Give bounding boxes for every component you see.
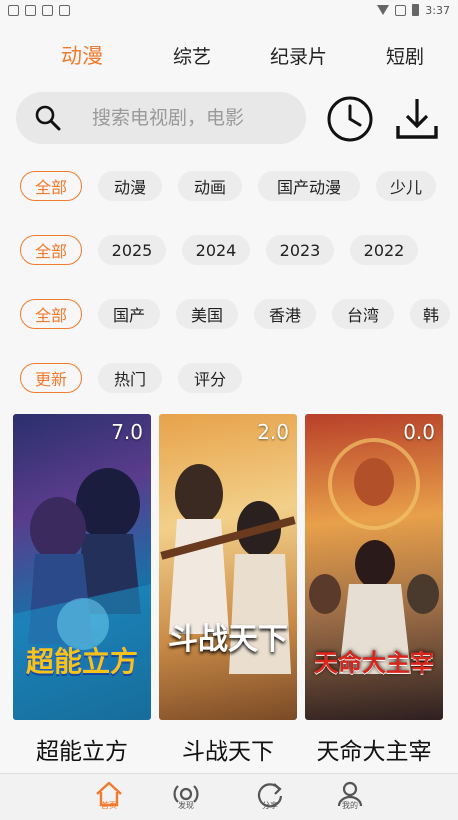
poster-image[interactable]: 0.0 天命大主宰: [305, 414, 443, 720]
tab-documentary[interactable]: 纪录片: [270, 42, 327, 69]
genre-chip-anime[interactable]: 动漫: [98, 171, 162, 201]
year-chip-2024[interactable]: 2024: [182, 235, 250, 265]
poster-title-art: 斗战天下: [168, 622, 288, 657]
content-card[interactable]: 7.0 超能立方 超能立方 更新至第38集: [13, 414, 151, 782]
tab-short-drama[interactable]: 短剧: [386, 42, 424, 69]
year-chip-all[interactable]: 全部: [20, 235, 82, 265]
wifi-icon: [377, 5, 390, 15]
sort-chip-hot[interactable]: 热门: [98, 363, 162, 393]
grid-icon: [59, 4, 70, 16]
card-title[interactable]: 天命大主宰: [305, 732, 443, 766]
history-clock-icon[interactable]: [326, 95, 374, 143]
poster-title-art: 超能立方: [25, 645, 138, 678]
region-chip-taiwan[interactable]: 台湾: [332, 299, 394, 329]
poster-title-art: 天命大主宰: [314, 649, 434, 677]
sort-filter-row: 更新 热门 评分: [20, 363, 242, 395]
region-chip-all[interactable]: 全部: [20, 299, 82, 329]
message-icon: [42, 4, 53, 16]
year-filter-row: 全部 2025 2024 2023 2022: [20, 235, 418, 267]
sort-chip-rating[interactable]: 评分: [178, 363, 242, 393]
poster-image[interactable]: 2.0 斗战天下: [159, 414, 297, 720]
content-grid: 7.0 超能立方 超能立方 更新至第38集 2.0 斗战天下 斗战天下 更新至第…: [13, 414, 445, 782]
nav-home-label: 首页: [101, 801, 117, 810]
search-icon: [35, 105, 61, 131]
app-notification-icon: [25, 4, 36, 16]
status-bar: 3:37: [0, 0, 458, 20]
genre-chip-kids[interactable]: 少儿: [376, 171, 436, 201]
poster-artwork: [160, 464, 296, 674]
status-left: [8, 4, 70, 16]
region-chip-hongkong[interactable]: 香港: [254, 299, 316, 329]
category-tabs: 动漫 综艺 纪录片 短剧: [0, 34, 458, 78]
search-input[interactable]: [92, 107, 282, 129]
nav-discover[interactable]: 发现: [166, 780, 206, 818]
rating-badge: 0.0: [403, 420, 435, 444]
region-chip-domestic[interactable]: 国产: [98, 299, 160, 329]
rating-badge: 2.0: [257, 420, 289, 444]
region-chip-usa[interactable]: 美国: [176, 299, 238, 329]
status-time: 3:37: [425, 3, 450, 17]
sort-chip-latest[interactable]: 更新: [20, 363, 82, 393]
region-filter-row: 全部 国产 美国 香港 台湾 韩: [20, 299, 450, 331]
genre-filter-row: 全部 动漫 动画 国产动漫 少儿: [20, 171, 436, 203]
nav-home[interactable]: 首页: [89, 780, 129, 818]
genre-chip-animation[interactable]: 动画: [178, 171, 242, 201]
card-title[interactable]: 斗战天下: [159, 732, 297, 766]
nav-profile-label: 我的: [342, 801, 358, 810]
tab-anime[interactable]: 动漫: [61, 40, 103, 70]
no-sim-icon: [395, 4, 407, 16]
year-chip-2023[interactable]: 2023: [266, 235, 334, 265]
poster-image[interactable]: 7.0 超能立方: [13, 414, 151, 720]
year-chip-2025[interactable]: 2025: [98, 235, 166, 265]
rating-badge: 7.0: [111, 420, 143, 444]
tab-variety[interactable]: 综艺: [173, 42, 211, 69]
region-chip-korea[interactable]: 韩: [410, 299, 450, 329]
notification-icon: [8, 4, 19, 16]
status-right: 3:37: [377, 4, 450, 17]
nav-profile[interactable]: 我的: [330, 780, 370, 818]
nav-discover-label: 发现: [178, 801, 194, 810]
bottom-navigation: 首页 发现 分享 我的: [0, 773, 458, 820]
genre-chip-all[interactable]: 全部: [20, 171, 82, 201]
download-icon[interactable]: [394, 95, 440, 141]
nav-share-label: 分享: [262, 801, 278, 810]
nav-share[interactable]: 分享: [250, 780, 290, 818]
content-card[interactable]: 2.0 斗战天下 斗战天下 更新至第34集: [159, 414, 297, 782]
card-title[interactable]: 超能立方: [13, 732, 151, 766]
battery-icon: [412, 4, 420, 16]
content-card[interactable]: 0.0 天命大主宰 天命大主宰 更新至第38集: [305, 414, 443, 782]
year-chip-2022[interactable]: 2022: [350, 235, 418, 265]
genre-chip-domestic-anime[interactable]: 国产动漫: [258, 171, 360, 201]
search-bar[interactable]: [16, 92, 306, 144]
